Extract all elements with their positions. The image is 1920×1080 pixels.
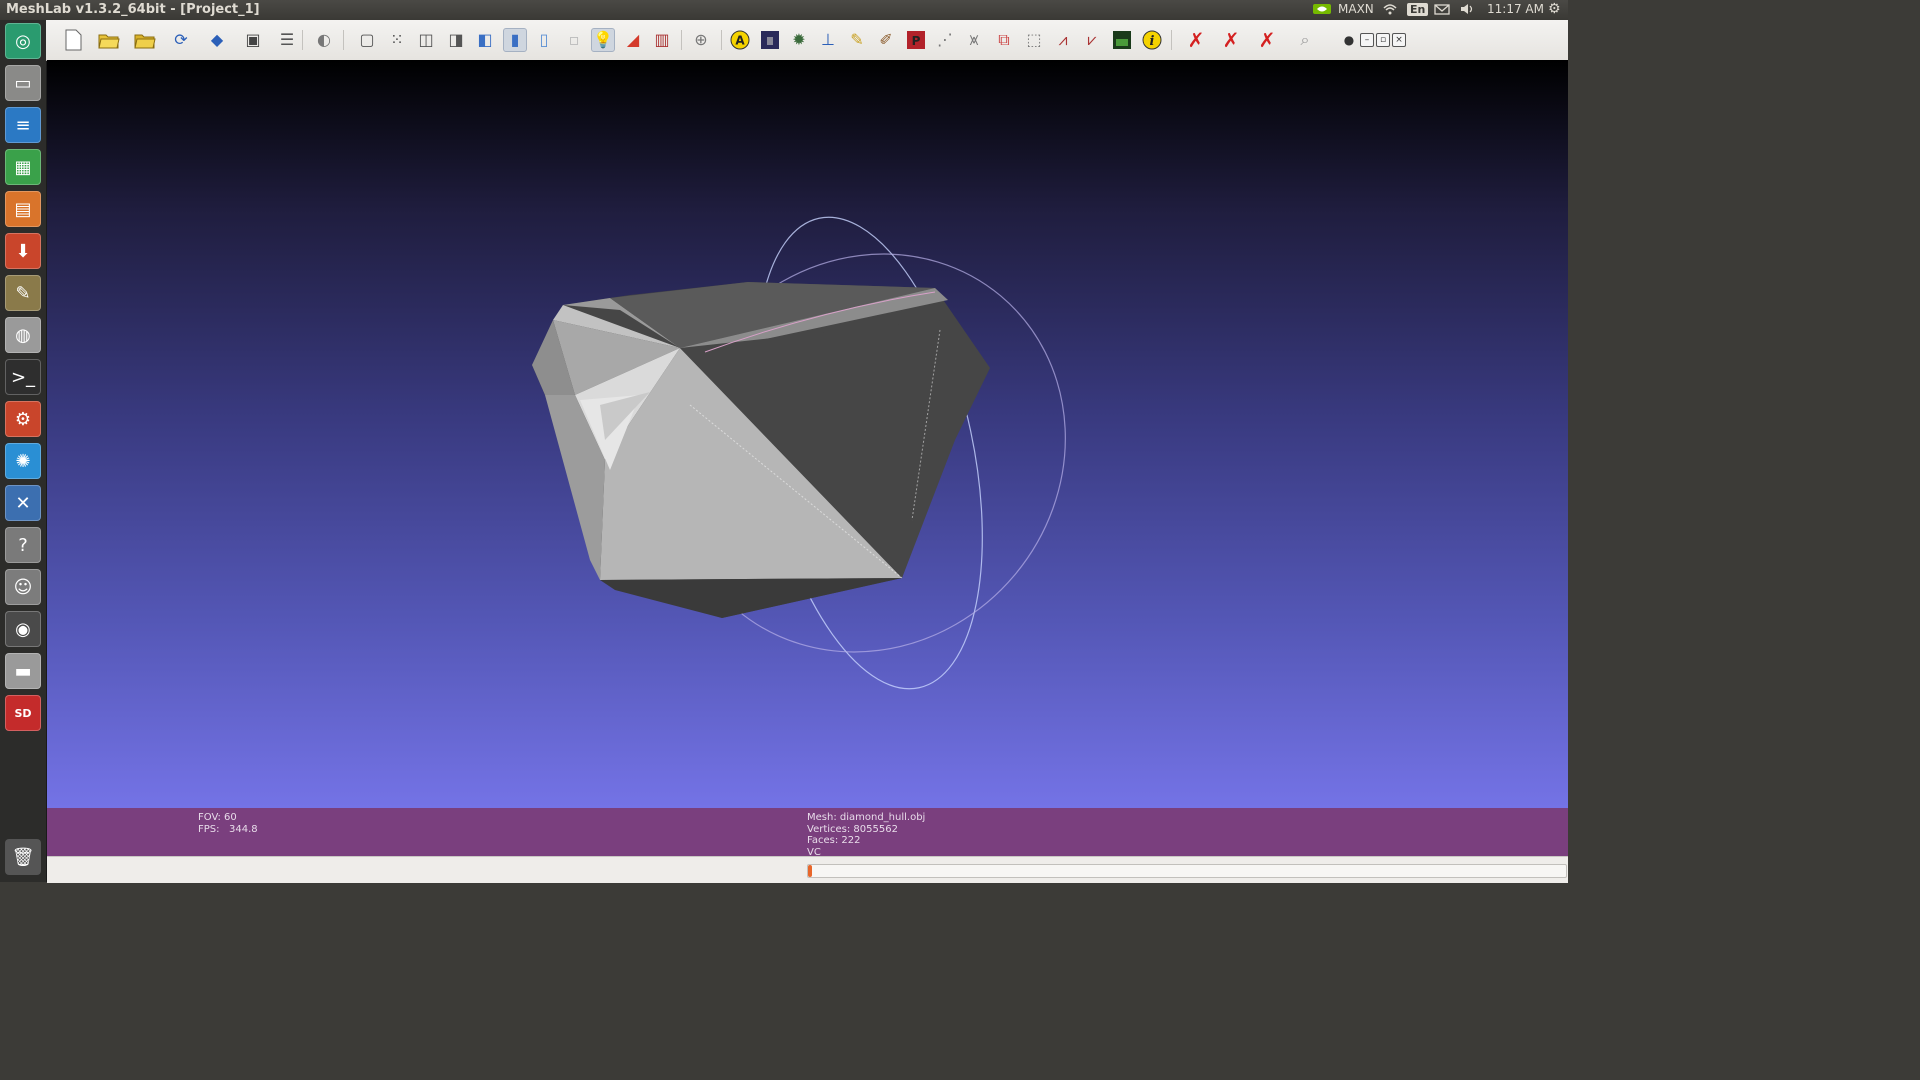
- window-title: MeshLab v1.3.2_64bit - [Project_1]: [6, 2, 260, 17]
- bbox-icon[interactable]: ▢: [355, 28, 379, 52]
- globe-icon[interactable]: ✹: [787, 28, 811, 52]
- nvidia-icon[interactable]: [1312, 2, 1332, 19]
- delete-icon[interactable]: ⩘: [1051, 28, 1075, 52]
- layers-icon[interactable]: ☰: [275, 28, 299, 52]
- smooth-icon[interactable]: ▯: [532, 28, 556, 52]
- gimp-icon[interactable]: ✎: [5, 275, 41, 311]
- window-menu-icon[interactable]: ●: [1337, 28, 1361, 52]
- mesh-render[interactable]: [47, 60, 1568, 808]
- flat-icon[interactable]: ▮: [503, 28, 527, 52]
- eye-app-icon[interactable]: ◉: [5, 611, 41, 647]
- mail-icon[interactable]: [1434, 2, 1450, 19]
- mesh-name-text: Mesh: diamond_hull.obj: [807, 812, 926, 823]
- trackball-icon[interactable]: ◐: [312, 28, 336, 52]
- open-project-icon[interactable]: [133, 28, 157, 52]
- fov-text: FOV: 60: [198, 812, 237, 823]
- gear-icon[interactable]: ⚙: [1548, 1, 1561, 17]
- faces-text: Faces: 222: [807, 835, 861, 846]
- drive-icon[interactable]: ▬: [5, 653, 41, 689]
- status-bar: [47, 856, 1568, 883]
- annotation-icon[interactable]: A: [728, 28, 752, 52]
- nvidia-label[interactable]: MAXN: [1338, 2, 1374, 16]
- rect-select-icon[interactable]: ⬚: [1022, 28, 1046, 52]
- wifi-icon[interactable]: [1382, 2, 1398, 19]
- points-icon[interactable]: ⁙: [385, 28, 409, 52]
- pick-icon[interactable]: ✎: [845, 28, 869, 52]
- wireframe-icon[interactable]: ◫: [414, 28, 438, 52]
- help-icon[interactable]: ?: [5, 527, 41, 563]
- installer-icon[interactable]: ⬇: [5, 233, 41, 269]
- select-faces-icon[interactable]: P: [904, 28, 928, 52]
- svg-text:A: A: [735, 34, 745, 48]
- terminal-icon[interactable]: >_: [5, 359, 41, 395]
- zoom-icon[interactable]: ⌕: [1293, 28, 1317, 52]
- keyboard-layout[interactable]: En: [1407, 3, 1429, 16]
- texture-icon[interactable]: ▫: [562, 28, 586, 52]
- raster-icon[interactable]: [1110, 28, 1134, 52]
- launcher: ◎ ▭ ≡ ▦ ▤ ⬇ ✎ ◍ >_ ⚙ ✺ ✕ ? ☺ ◉ ▬ SD 🗑: [0, 20, 47, 882]
- hidden-lines-icon[interactable]: ◨: [444, 28, 468, 52]
- files-icon[interactable]: ▭: [5, 65, 41, 101]
- flat-lines-icon[interactable]: ◧: [473, 28, 497, 52]
- select-connected-icon[interactable]: ⩙: [962, 28, 986, 52]
- blue-app-icon[interactable]: ✺: [5, 443, 41, 479]
- select-vertices-icon[interactable]: ⋰: [933, 28, 957, 52]
- trash-bag-icon[interactable]: ◍: [5, 317, 41, 353]
- ubuntu-dash-icon[interactable]: ◎: [5, 23, 41, 59]
- save-icon[interactable]: ◆: [205, 28, 229, 52]
- writer-icon[interactable]: ≡: [5, 107, 41, 143]
- delete-vertices-icon[interactable]: ✗: [1219, 28, 1243, 52]
- progress-fill: [808, 865, 812, 877]
- reload-icon[interactable]: ⟳: [169, 28, 193, 52]
- system-settings-icon[interactable]: ⚙: [5, 401, 41, 437]
- top-panel: MeshLab v1.3.2_64bit - [Project_1] MAXN …: [0, 0, 1568, 20]
- align-icon[interactable]: ⧉: [992, 28, 1016, 52]
- image-icon[interactable]: [758, 28, 782, 52]
- main-toolbar: ⟳ ◆ ▣ ☰ ◐ ▢ ⁙ ◫ ◨ ◧ ▮ ▯ ▫ 💡 ◢ ▥ ⊕ A ✹ ⊥ …: [46, 20, 1568, 61]
- calc-icon[interactable]: ▦: [5, 149, 41, 185]
- restore-button[interactable]: ▫: [1376, 33, 1390, 47]
- diamond-hull-mesh: [532, 282, 990, 618]
- open-icon[interactable]: [97, 28, 121, 52]
- new-icon[interactable]: [61, 28, 85, 52]
- trash-icon[interactable]: 🗑: [5, 839, 41, 875]
- x-app-icon[interactable]: ✕: [5, 485, 41, 521]
- info-icon[interactable]: i: [1140, 28, 1164, 52]
- backface-icon[interactable]: ▥: [650, 28, 674, 52]
- vertices-text: Vertices: 8055562: [807, 823, 898, 835]
- svg-text:i: i: [1150, 34, 1155, 49]
- fps-text: FPS: 344.8: [198, 823, 258, 835]
- impress-icon[interactable]: ▤: [5, 191, 41, 227]
- paint-icon[interactable]: ✐: [874, 28, 898, 52]
- volume-icon[interactable]: [1460, 2, 1476, 19]
- progress-bar: [807, 864, 1567, 878]
- delete2-icon[interactable]: ⩗: [1080, 28, 1104, 52]
- view-info: FOV: 60 FPS: 344.8: [198, 812, 258, 835]
- minimize-button[interactable]: –: [1360, 33, 1374, 47]
- measure-icon[interactable]: ⊥: [816, 28, 840, 52]
- info-bar: FOV: 60 FPS: 344.8 Mesh: diamond_hull.ob…: [47, 808, 1568, 858]
- svg-text:P: P: [912, 34, 921, 48]
- snapshot-icon[interactable]: ▣: [241, 28, 265, 52]
- seal-app-icon[interactable]: ☺: [5, 569, 41, 605]
- color-icon[interactable]: ◢: [621, 28, 645, 52]
- clock[interactable]: 11:17 AM: [1487, 2, 1544, 16]
- 3d-viewport[interactable]: [47, 60, 1568, 808]
- close-button[interactable]: ×: [1392, 33, 1406, 47]
- mesh-info: Mesh: diamond_hull.obj Vertices: 8055562…: [807, 812, 925, 858]
- light-icon[interactable]: 💡: [591, 28, 615, 52]
- delete-all-icon[interactable]: ✗: [1255, 28, 1279, 52]
- sd-card-icon[interactable]: SD: [5, 695, 41, 731]
- axis-icon[interactable]: ⊕: [689, 28, 713, 52]
- delete-faces-icon[interactable]: ✗: [1184, 28, 1208, 52]
